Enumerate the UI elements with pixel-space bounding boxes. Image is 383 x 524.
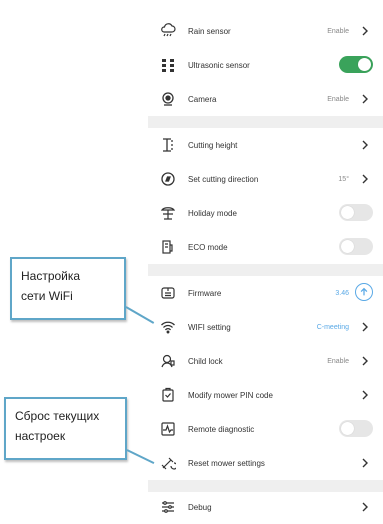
cutting-height-row[interactable]: Cutting height — [148, 128, 383, 162]
group-divider — [148, 480, 383, 492]
chevron-right-icon — [359, 499, 371, 515]
ultrasonic-sensor-label: Ultrasonic sensor — [188, 60, 250, 70]
camera-row[interactable]: Camera Enable — [148, 82, 383, 116]
reset-settings-label: Reset mower settings — [188, 458, 265, 468]
cutting-direction-label: Set cutting direction — [188, 174, 259, 184]
wifi-network-value: C-meeting — [316, 323, 349, 331]
child-lock-value: Enable — [327, 357, 349, 365]
holiday-mode-label: Holiday mode — [188, 208, 237, 218]
ultrasonic-sensor-row: Ultrasonic sensor — [148, 48, 383, 82]
chevron-right-icon — [359, 23, 371, 39]
chevron-right-icon — [359, 137, 371, 153]
wifi-setting-label: WIFI setting — [188, 322, 231, 332]
holiday-mode-toggle[interactable] — [339, 204, 373, 221]
eco-mode-toggle[interactable] — [339, 238, 373, 255]
cutting-height-label: Cutting height — [188, 140, 238, 150]
chevron-right-icon — [359, 319, 371, 335]
remote-diagnostic-label: Remote diagnostic — [188, 424, 255, 434]
wifi-icon — [160, 319, 176, 335]
diagnostic-icon — [160, 421, 176, 437]
camera-icon — [160, 91, 176, 107]
rain-sensor-row[interactable]: Rain sensor Enable — [148, 14, 383, 48]
update-arrow-icon[interactable] — [355, 283, 373, 301]
group-divider — [148, 264, 383, 276]
eco-icon — [160, 239, 176, 255]
cutting-height-icon — [160, 137, 176, 153]
modify-pin-row[interactable]: Modify mower PIN code — [148, 378, 383, 412]
chevron-right-icon — [359, 455, 371, 471]
firmware-label: Firmware — [188, 288, 222, 298]
child-lock-icon — [160, 353, 176, 369]
reset-icon — [160, 455, 176, 471]
ultrasonic-sensor-toggle[interactable] — [339, 56, 373, 73]
modify-pin-label: Modify mower PIN code — [188, 390, 273, 400]
rain-sensor-label: Rain sensor — [188, 26, 231, 36]
group-divider — [148, 116, 383, 128]
settings-panel: Rain sensor Enable Ultrasonic sensor Cam… — [148, 0, 383, 521]
chevron-right-icon — [359, 91, 371, 107]
firmware-icon — [160, 285, 176, 301]
camera-label: Camera — [188, 94, 217, 104]
compass-icon — [160, 171, 176, 187]
child-lock-label: Child lock — [188, 356, 223, 366]
reset-callout: Сброс текущих настроек — [4, 397, 127, 460]
holiday-mode-row: Holiday mode — [148, 196, 383, 230]
rain-cloud-icon — [160, 23, 176, 39]
child-lock-row[interactable]: Child lock Enable — [148, 344, 383, 378]
rain-sensor-value: Enable — [327, 27, 349, 35]
reset-callout-line2: настроек — [15, 429, 66, 443]
chevron-right-icon — [359, 353, 371, 369]
wifi-setting-row[interactable]: WIFI setting C-meeting — [148, 310, 383, 344]
eco-mode-label: ECO mode — [188, 242, 228, 252]
remote-diagnostic-row: Remote diagnostic — [148, 412, 383, 446]
wifi-callout-line2: сети WiFi — [21, 289, 73, 303]
chevron-right-icon — [359, 387, 371, 403]
ultrasonic-icon — [160, 57, 176, 73]
debug-sliders-icon — [160, 499, 176, 515]
cutting-direction-value: 15° — [338, 175, 349, 183]
reset-settings-row[interactable]: Reset mower settings — [148, 446, 383, 480]
holiday-icon — [160, 205, 176, 221]
firmware-row[interactable]: Firmware 3.46 — [148, 276, 383, 310]
firmware-version: 3.46 — [335, 289, 349, 297]
cutting-direction-row[interactable]: Set cutting direction 15° — [148, 162, 383, 196]
wifi-callout-line1: Настройка — [21, 269, 81, 283]
reset-callout-line1: Сброс текущих — [15, 409, 100, 423]
camera-value: Enable — [327, 95, 349, 103]
pin-code-icon — [160, 387, 176, 403]
debug-label: Debug — [188, 502, 212, 512]
debug-row[interactable]: Debug — [148, 490, 383, 524]
chevron-right-icon — [359, 171, 371, 187]
wifi-callout: Настройка сети WiFi — [10, 257, 126, 320]
remote-diagnostic-toggle[interactable] — [339, 420, 373, 437]
eco-mode-row: ECO mode — [148, 230, 383, 264]
